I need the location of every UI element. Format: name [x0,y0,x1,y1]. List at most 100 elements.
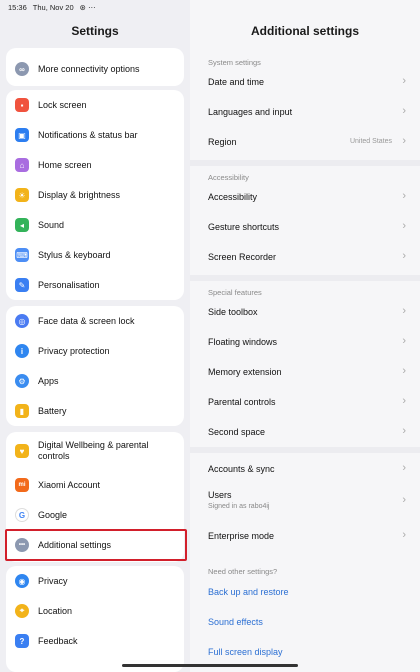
setting-users[interactable]: Users Signed in as rabo4ij › [190,484,420,520]
settings-group: ▪ Lock screen ▣ Notifications & status bar ⌂… [6,90,184,300]
location-icon: ⌖ [15,604,29,618]
sidebar-item-label: Home screen [38,159,92,170]
section-header: Need other settings? [208,567,278,576]
speaker-icon: ◂ [15,218,29,232]
setting-memory-extension[interactable]: Memory extension › [190,357,420,387]
additional-settings-pane: Additional settings System settings Date … [190,0,420,672]
setting-accounts-sync[interactable]: Accounts & sync › [190,454,420,484]
setting-accessibility[interactable]: Accessibility › [190,182,420,212]
feedback-icon: ? [15,634,29,648]
setting-second-space[interactable]: Second space › [190,417,420,447]
setting-side-toolbox[interactable]: Side toolbox › [190,297,420,327]
sidebar-item-face-data-screen-lock[interactable]: ◎ Face data & screen lock [6,306,184,336]
chevron-right-icon: › [402,335,406,347]
sidebar-item-digital-wellbeing-parental-controls[interactable]: ♥ Digital Wellbeing & parental controls [6,432,184,470]
chevron-right-icon: › [402,395,406,407]
setting-label: Enterprise mode [208,531,275,541]
setting-parental-controls[interactable]: Parental controls › [190,387,420,417]
sidebar-item-label: Display & brightness [38,189,121,200]
sidebar-item-label: Notifications & status bar [38,129,138,140]
notification-icon: ▣ [15,128,29,142]
setting-full-screen-display[interactable]: Full screen display [190,637,420,667]
settings-group: ◉ Privacy ⌖ Location ? Feedback [6,566,184,672]
sidebar-item-apps[interactable]: ⚙ Apps [6,366,184,396]
sun-icon: ☀ [15,188,29,202]
chevron-right-icon: › [402,365,406,377]
sidebar-item-label: Lock screen [38,99,87,110]
sidebar-item-label: Location [38,605,73,616]
sidebar-item-battery[interactable]: ▮ Battery [6,396,184,426]
sidebar-item-more-connectivity-options[interactable]: ∞ More connectivity options [6,54,184,84]
setting-label: Users [208,490,232,500]
chevron-right-icon: › [402,305,406,317]
setting-label: Back up and restore [208,587,289,597]
setting-label: Languages and input [208,107,293,117]
sidebar-item-google[interactable]: G Google [6,500,184,530]
sidebar-item-label: Battery [38,405,67,416]
setting-label: Screen Recorder [208,252,277,262]
sidebar-item-stylus-keyboard[interactable]: ⌨ Stylus & keyboard [6,240,184,270]
sidebar-item-notifications-status-bar[interactable]: ▣ Notifications & status bar [6,120,184,150]
setting-date-and-time[interactable]: Date and time › [190,67,420,97]
section-divider [190,275,420,281]
sidebar-item-personalisation[interactable]: ✎ Personalisation [6,270,184,300]
setting-label: Floating windows [208,337,278,347]
sidebar-item-label: More connectivity options [38,63,140,74]
section-header: Special features [208,288,262,297]
sidebar-item-label: Digital Wellbeing & parental controls [38,440,149,461]
brush-icon: ✎ [15,278,29,292]
sidebar-item-label: Apps [38,375,59,386]
setting-enterprise-mode[interactable]: Enterprise mode › [190,521,420,551]
selection-highlight [5,529,187,561]
setting-label: Parental controls [208,397,276,407]
setting-label: Sound effects [208,617,263,627]
setting-label: Side toolbox [208,307,258,317]
chevron-right-icon: › [402,250,406,262]
link-icon: ∞ [15,62,29,76]
privacy-icon: i [15,344,29,358]
wellbeing-icon: ♥ [15,444,29,458]
sidebar-item-privacy[interactable]: ◉ Privacy [6,566,184,596]
mi-icon: mi [15,478,29,492]
section-divider [190,160,420,166]
chevron-right-icon: › [402,190,406,202]
sidebar-item-label: Xiaomi Account [38,479,101,490]
settings-group: ∞ More connectivity options [6,48,184,86]
chevron-right-icon: › [402,425,406,437]
sidebar-item-sound[interactable]: ◂ Sound [6,210,184,240]
setting-screen-recorder[interactable]: Screen Recorder › [190,242,420,272]
setting-sound-effects[interactable]: Sound effects [190,607,420,637]
setting-back-up-and-restore[interactable]: Back up and restore [190,577,420,607]
apps-icon: ⚙ [15,374,29,388]
sidebar-item-xiaomi-account[interactable]: mi Xiaomi Account [6,470,184,500]
setting-floating-windows[interactable]: Floating windows › [190,327,420,357]
section-divider [190,447,420,453]
sidebar-item-lock-screen[interactable]: ▪ Lock screen [6,90,184,120]
chevron-right-icon: › [402,220,406,232]
settings-list-pane: Settings ∞ More connectivity options ▪ Lock… [0,0,190,672]
chevron-right-icon: › [402,462,406,474]
fingerprint-icon: ◎ [15,314,29,328]
section-header: Accessibility [208,173,249,182]
setting-region[interactable]: Region United States › [190,127,420,157]
setting-languages-and-input[interactable]: Languages and input › [190,97,420,127]
sidebar-item-location[interactable]: ⌖ Location [6,596,184,626]
sidebar-item-feedback[interactable]: ? Feedback [6,626,184,656]
setting-label: Full screen display [208,647,283,657]
chevron-right-icon: › [402,494,406,506]
sidebar-item-privacy-protection[interactable]: i Privacy protection [6,336,184,366]
setting-label: Date and time [208,77,265,87]
setting-label: Second space [208,427,266,437]
sidebar-item-home-screen[interactable]: ⌂ Home screen [6,150,184,180]
section-header: System settings [208,58,261,67]
settings-group: ◎ Face data & screen lock i Privacy protect… [6,306,184,426]
chevron-right-icon: › [402,135,406,147]
sidebar-item-display-brightness[interactable]: ☀ Display & brightness [6,180,184,210]
setting-gesture-shortcuts[interactable]: Gesture shortcuts › [190,212,420,242]
chevron-right-icon: › [402,75,406,87]
sidebar-item-label: Privacy protection [38,345,110,356]
setting-label: Gesture shortcuts [208,222,280,232]
detail-title: Additional settings [251,24,359,38]
home-indicator[interactable] [122,664,298,667]
page-title: Settings [71,24,119,38]
